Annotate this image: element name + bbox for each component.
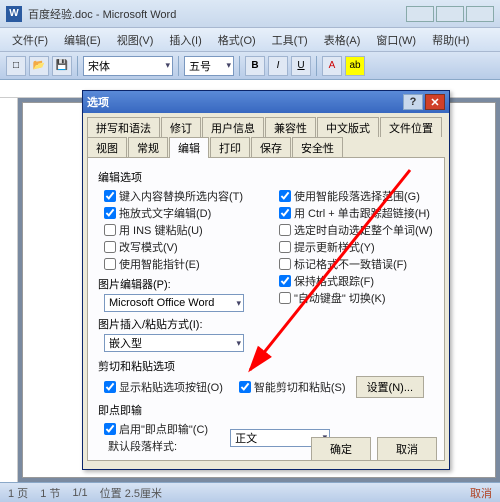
menu-window[interactable]: 窗口(W) <box>368 29 424 51</box>
menu-view[interactable]: 视图(V) <box>109 29 162 51</box>
tab-spelling[interactable]: 拼写和语法 <box>87 117 160 138</box>
combo-pic-editor[interactable]: Microsoft Office Word <box>104 294 244 312</box>
menu-insert[interactable]: 插入(I) <box>161 29 209 51</box>
titlebar: W 百度经验.doc - Microsoft Word <box>0 0 500 28</box>
chk-show-paste[interactable]: 显示粘贴选项按钮(O) <box>104 379 223 395</box>
dialog-help-button[interactable]: ? <box>403 94 423 110</box>
ruler-vertical[interactable] <box>0 98 18 482</box>
chk-smart-pointer[interactable]: 使用智能指针(E) <box>104 256 259 272</box>
menu-edit[interactable]: 编辑(E) <box>56 29 109 51</box>
tab-edit[interactable]: 编辑 <box>169 137 209 158</box>
status-right: 取消 <box>470 485 492 501</box>
save-icon[interactable]: 💾 <box>52 56 72 76</box>
chk-auto-word[interactable]: 选定时自动选定整个单词(W) <box>279 222 434 238</box>
label-pic-paste: 图片插入/粘贴方式(I): <box>98 316 259 332</box>
tab-cjk[interactable]: 中文版式 <box>317 117 379 138</box>
status-page: 1 页 <box>8 485 28 501</box>
combo-pic-paste[interactable]: 嵌入型 <box>104 334 244 352</box>
status-pages: 1/1 <box>72 487 87 499</box>
menu-file[interactable]: 文件(F) <box>4 29 56 51</box>
settings-button[interactable]: 设置(N)... <box>356 376 424 398</box>
bold-button[interactable]: B <box>245 56 265 76</box>
chk-dragdrop[interactable]: 拖放式文字编辑(D) <box>104 205 259 221</box>
tab-general[interactable]: 常规 <box>128 137 168 158</box>
minimize-button[interactable] <box>406 6 434 22</box>
tab-security[interactable]: 安全性 <box>292 137 343 158</box>
highlight-button[interactable]: ab <box>345 56 365 76</box>
open-icon[interactable]: 📂 <box>29 56 49 76</box>
menubar: 文件(F) 编辑(E) 视图(V) 插入(I) 格式(O) 工具(T) 表格(A… <box>0 28 500 52</box>
section-edit-options: 编辑选项 <box>98 169 434 185</box>
tab-save[interactable]: 保存 <box>251 137 291 158</box>
tab-compat[interactable]: 兼容性 <box>265 117 316 138</box>
options-dialog: 选项 ? ✕ 拼写和语法 修订 用户信息 兼容性 中文版式 文件位置 视图 常规… <box>82 90 450 470</box>
chk-ins-paste[interactable]: 用 INS 键粘贴(U) <box>104 222 259 238</box>
status-section: 1 节 <box>40 485 60 501</box>
dialog-close-button[interactable]: ✕ <box>425 94 445 110</box>
chk-smart-para[interactable]: 使用智能段落选择范围(G) <box>279 188 434 204</box>
edit-panel: 编辑选项 键入内容替换所选内容(T) 拖放式文字编辑(D) 用 INS 键粘贴(… <box>87 157 445 461</box>
statusbar: 1 页 1 节 1/1 位置 2.5厘米 取消 <box>0 482 500 502</box>
menu-tools[interactable]: 工具(T) <box>264 29 316 51</box>
word-icon: W <box>6 6 22 22</box>
tabs-row2: 视图 常规 编辑 打印 保存 安全性 <box>83 137 449 157</box>
maximize-button[interactable] <box>436 6 464 22</box>
chk-auto-keyboard[interactable]: "自动键盘" 切换(K) <box>279 290 434 306</box>
toolbar: □ 📂 💾 宋体 五号 B I U A ab <box>0 52 500 80</box>
section-cut-paste: 剪切和粘贴选项 <box>98 358 434 374</box>
chk-ctrl-click[interactable]: 用 Ctrl + 单击跟踪超链接(H) <box>279 205 434 221</box>
menu-format[interactable]: 格式(O) <box>210 29 264 51</box>
ok-button[interactable]: 确定 <box>311 437 371 461</box>
font-color-button[interactable]: A <box>322 56 342 76</box>
chk-replace-sel[interactable]: 键入内容替换所选内容(T) <box>104 188 259 204</box>
chk-prompt-style[interactable]: 提示更新样式(Y) <box>279 239 434 255</box>
cancel-button[interactable]: 取消 <box>377 437 437 461</box>
chk-overwrite[interactable]: 改写模式(V) <box>104 239 259 255</box>
new-icon[interactable]: □ <box>6 56 26 76</box>
font-combo[interactable]: 宋体 <box>83 56 173 76</box>
tabs-row1: 拼写和语法 修订 用户信息 兼容性 中文版式 文件位置 <box>83 113 449 137</box>
section-instant: 即点即输 <box>98 402 434 418</box>
chk-mark-format[interactable]: 标记格式不一致错误(F) <box>279 256 434 272</box>
tab-fileloc[interactable]: 文件位置 <box>380 117 442 138</box>
label-pic-editor: 图片编辑器(P): <box>98 276 259 292</box>
tab-print[interactable]: 打印 <box>210 137 250 158</box>
size-combo[interactable]: 五号 <box>184 56 234 76</box>
menu-table[interactable]: 表格(A) <box>316 29 369 51</box>
chk-keep-format[interactable]: 保持格式跟踪(F) <box>279 273 434 289</box>
dialog-title: 选项 <box>87 94 403 110</box>
dialog-titlebar: 选项 ? ✕ <box>83 91 449 113</box>
underline-button[interactable]: U <box>291 56 311 76</box>
chk-enable-instant[interactable]: 启用"即点即输"(C) <box>104 421 208 437</box>
tab-user[interactable]: 用户信息 <box>202 117 264 138</box>
close-button[interactable] <box>466 6 494 22</box>
status-position: 位置 2.5厘米 <box>100 485 162 501</box>
label-default-style: 默认段落样式: <box>108 438 208 454</box>
menu-help[interactable]: 帮助(H) <box>424 29 477 51</box>
window-title: 百度经验.doc - Microsoft Word <box>28 6 406 22</box>
tab-track[interactable]: 修订 <box>161 117 201 138</box>
tab-view[interactable]: 视图 <box>87 137 127 158</box>
italic-button[interactable]: I <box>268 56 288 76</box>
chk-smart-cut[interactable]: 智能剪切和粘贴(S) <box>239 379 346 395</box>
